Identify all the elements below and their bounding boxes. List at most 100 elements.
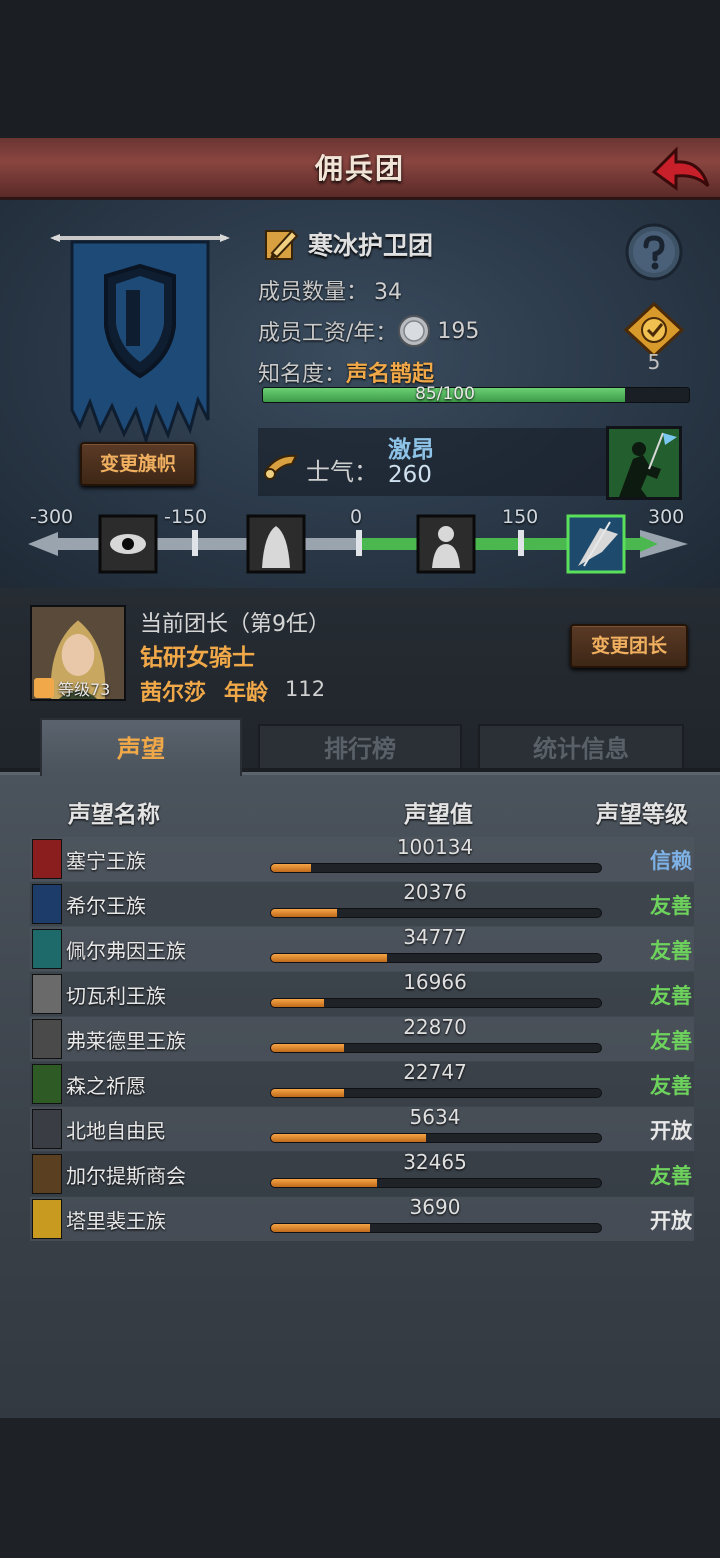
faction-name: 希尔王族 bbox=[66, 894, 146, 918]
faction-value: 16966 bbox=[403, 970, 467, 994]
tab-reputation[interactable]: 声望 bbox=[40, 718, 242, 776]
morale-value: 260 bbox=[388, 462, 432, 488]
faction-progress-fill bbox=[271, 999, 324, 1007]
header-level: 声望等级 bbox=[596, 802, 688, 828]
faction-crest-icon bbox=[32, 974, 62, 1014]
faction-progress-bar bbox=[270, 953, 602, 963]
header-name: 声望名称 bbox=[68, 802, 160, 828]
table-row[interactable]: 塞宁王族 100134 信赖 bbox=[30, 835, 694, 881]
table-row[interactable]: 希尔王族 20376 友善 bbox=[30, 880, 694, 926]
wage-label: 成员工资/年： bbox=[258, 321, 398, 346]
table-row[interactable]: 佩尔弗因王族 34777 友善 bbox=[30, 925, 694, 971]
guild-banner bbox=[50, 234, 230, 445]
guild-name: 寒冰护卫团 bbox=[308, 231, 434, 260]
faction-progress-bar bbox=[270, 1223, 602, 1233]
faction-progress-bar bbox=[270, 1133, 602, 1143]
members-value: 34 bbox=[374, 280, 403, 305]
faction-level: 开放 bbox=[650, 1209, 692, 1233]
faction-value: 22747 bbox=[403, 1060, 467, 1084]
faction-level: 友善 bbox=[650, 984, 692, 1008]
faction-crest-icon bbox=[32, 1154, 62, 1194]
leader-age-label: 年龄 bbox=[224, 681, 269, 706]
faction-value: 100134 bbox=[396, 835, 474, 859]
faction-name: 加尔提斯商会 bbox=[66, 1164, 186, 1188]
table-row[interactable]: 弗莱德里王族 22870 友善 bbox=[30, 1015, 694, 1061]
guild-info-panel: 变更旗帜 寒冰护卫团 成员数量： 34 成员工资/年： 195 知名度：声名鹊起 … bbox=[0, 200, 720, 588]
faction-name: 弗莱德里王族 bbox=[66, 1029, 186, 1053]
faction-progress-bar bbox=[270, 998, 602, 1008]
faction-crest-icon bbox=[32, 1019, 62, 1059]
reputation-table: 声望名称 声望值 声望等级 塞宁王族 100134 信赖 希尔王族 20376 友善 佩尔弗… bbox=[0, 772, 720, 1418]
faction-level: 友善 bbox=[650, 1074, 692, 1098]
bottom-blank-area bbox=[0, 1418, 720, 1558]
back-arrow-icon[interactable] bbox=[650, 142, 712, 194]
morale-label: 士气： bbox=[306, 458, 378, 486]
faction-progress-bar bbox=[270, 1088, 602, 1098]
rename-pencil-icon[interactable] bbox=[262, 225, 300, 263]
inspired-icon bbox=[566, 514, 626, 574]
faction-crest-icon bbox=[32, 929, 62, 969]
faction-progress-fill bbox=[271, 1089, 344, 1097]
leader-class: 钻研女骑士 bbox=[140, 645, 255, 671]
table-row[interactable]: 加尔提斯商会 32465 友善 bbox=[30, 1150, 694, 1196]
faction-level: 友善 bbox=[650, 939, 692, 963]
morale-scale bbox=[28, 514, 688, 574]
rank-value: 5 bbox=[647, 350, 661, 374]
header-value: 声望值 bbox=[404, 802, 473, 828]
faction-value: 32465 bbox=[403, 1150, 467, 1174]
faction-name: 北地自由民 bbox=[66, 1119, 166, 1143]
horn-icon bbox=[264, 454, 298, 480]
tab-bar: 声望 排行榜 统计信息 bbox=[30, 718, 690, 776]
faction-name: 塞宁王族 bbox=[66, 849, 146, 873]
faction-level: 开放 bbox=[650, 1119, 692, 1143]
faction-value: 20376 bbox=[403, 880, 467, 904]
faction-value: 22870 bbox=[403, 1015, 467, 1039]
table-row[interactable]: 切瓦利王族 16966 友善 bbox=[30, 970, 694, 1016]
leader-age-value: 112 bbox=[285, 677, 326, 701]
calm-icon bbox=[416, 514, 476, 574]
wage-value: 195 bbox=[437, 318, 480, 344]
table-row[interactable]: 森之祈愿 22747 友善 bbox=[30, 1060, 694, 1106]
faction-value: 34777 bbox=[403, 925, 467, 949]
faction-progress-bar bbox=[270, 863, 602, 873]
faction-level: 信赖 bbox=[650, 849, 692, 873]
page-title: 佣兵团 bbox=[314, 152, 405, 185]
faction-crest-icon bbox=[32, 884, 62, 924]
shield-level-icon bbox=[34, 678, 54, 698]
faction-name: 塔里裴王族 bbox=[66, 1209, 166, 1233]
faction-progress-bar bbox=[270, 1178, 602, 1188]
tab-ranking[interactable]: 排行榜 bbox=[258, 724, 462, 770]
table-row[interactable]: 塔里裴王族 3690 开放 bbox=[30, 1195, 694, 1241]
faction-crest-icon bbox=[32, 1199, 62, 1239]
faction-name: 森之祈愿 bbox=[66, 1074, 146, 1098]
table-row[interactable]: 北地自由民 5634 开放 bbox=[30, 1105, 694, 1151]
leader-title: 当前团长（第9任） bbox=[140, 612, 330, 637]
wage-row: 成员工资/年： 195 bbox=[258, 314, 479, 348]
change-banner-button[interactable]: 变更旗帜 bbox=[80, 442, 196, 486]
faction-crest-icon bbox=[32, 1064, 62, 1104]
faction-progress-fill bbox=[271, 954, 387, 962]
faction-progress-fill bbox=[271, 1224, 370, 1232]
faction-progress-bar bbox=[270, 908, 602, 918]
despair-icon bbox=[246, 514, 306, 574]
faction-progress-fill bbox=[271, 1179, 377, 1187]
change-leader-button[interactable]: 变更团长 bbox=[570, 624, 688, 668]
members-label: 成员数量： bbox=[258, 280, 369, 305]
guild-name-row: 寒冰护卫团 bbox=[262, 224, 433, 264]
faction-progress-bar bbox=[270, 1043, 602, 1053]
terrified-eye-icon bbox=[98, 514, 158, 574]
faction-crest-icon bbox=[32, 1109, 62, 1149]
morale-flag-icon[interactable] bbox=[606, 426, 682, 500]
silver-coin-icon bbox=[398, 315, 431, 347]
faction-level: 友善 bbox=[650, 1029, 692, 1053]
fame-progress-text: 85/100 bbox=[415, 384, 475, 404]
faction-progress-fill bbox=[271, 909, 337, 917]
faction-crest-icon bbox=[32, 839, 62, 879]
faction-progress-fill bbox=[271, 864, 311, 872]
leader-name: 茜尔莎 bbox=[140, 681, 207, 706]
leader-level: 等级73 bbox=[34, 676, 110, 700]
faction-value: 3690 bbox=[409, 1195, 461, 1219]
help-icon[interactable] bbox=[624, 222, 684, 282]
leader-level-text: 等级73 bbox=[58, 680, 111, 699]
tab-statistics[interactable]: 统计信息 bbox=[478, 724, 684, 770]
